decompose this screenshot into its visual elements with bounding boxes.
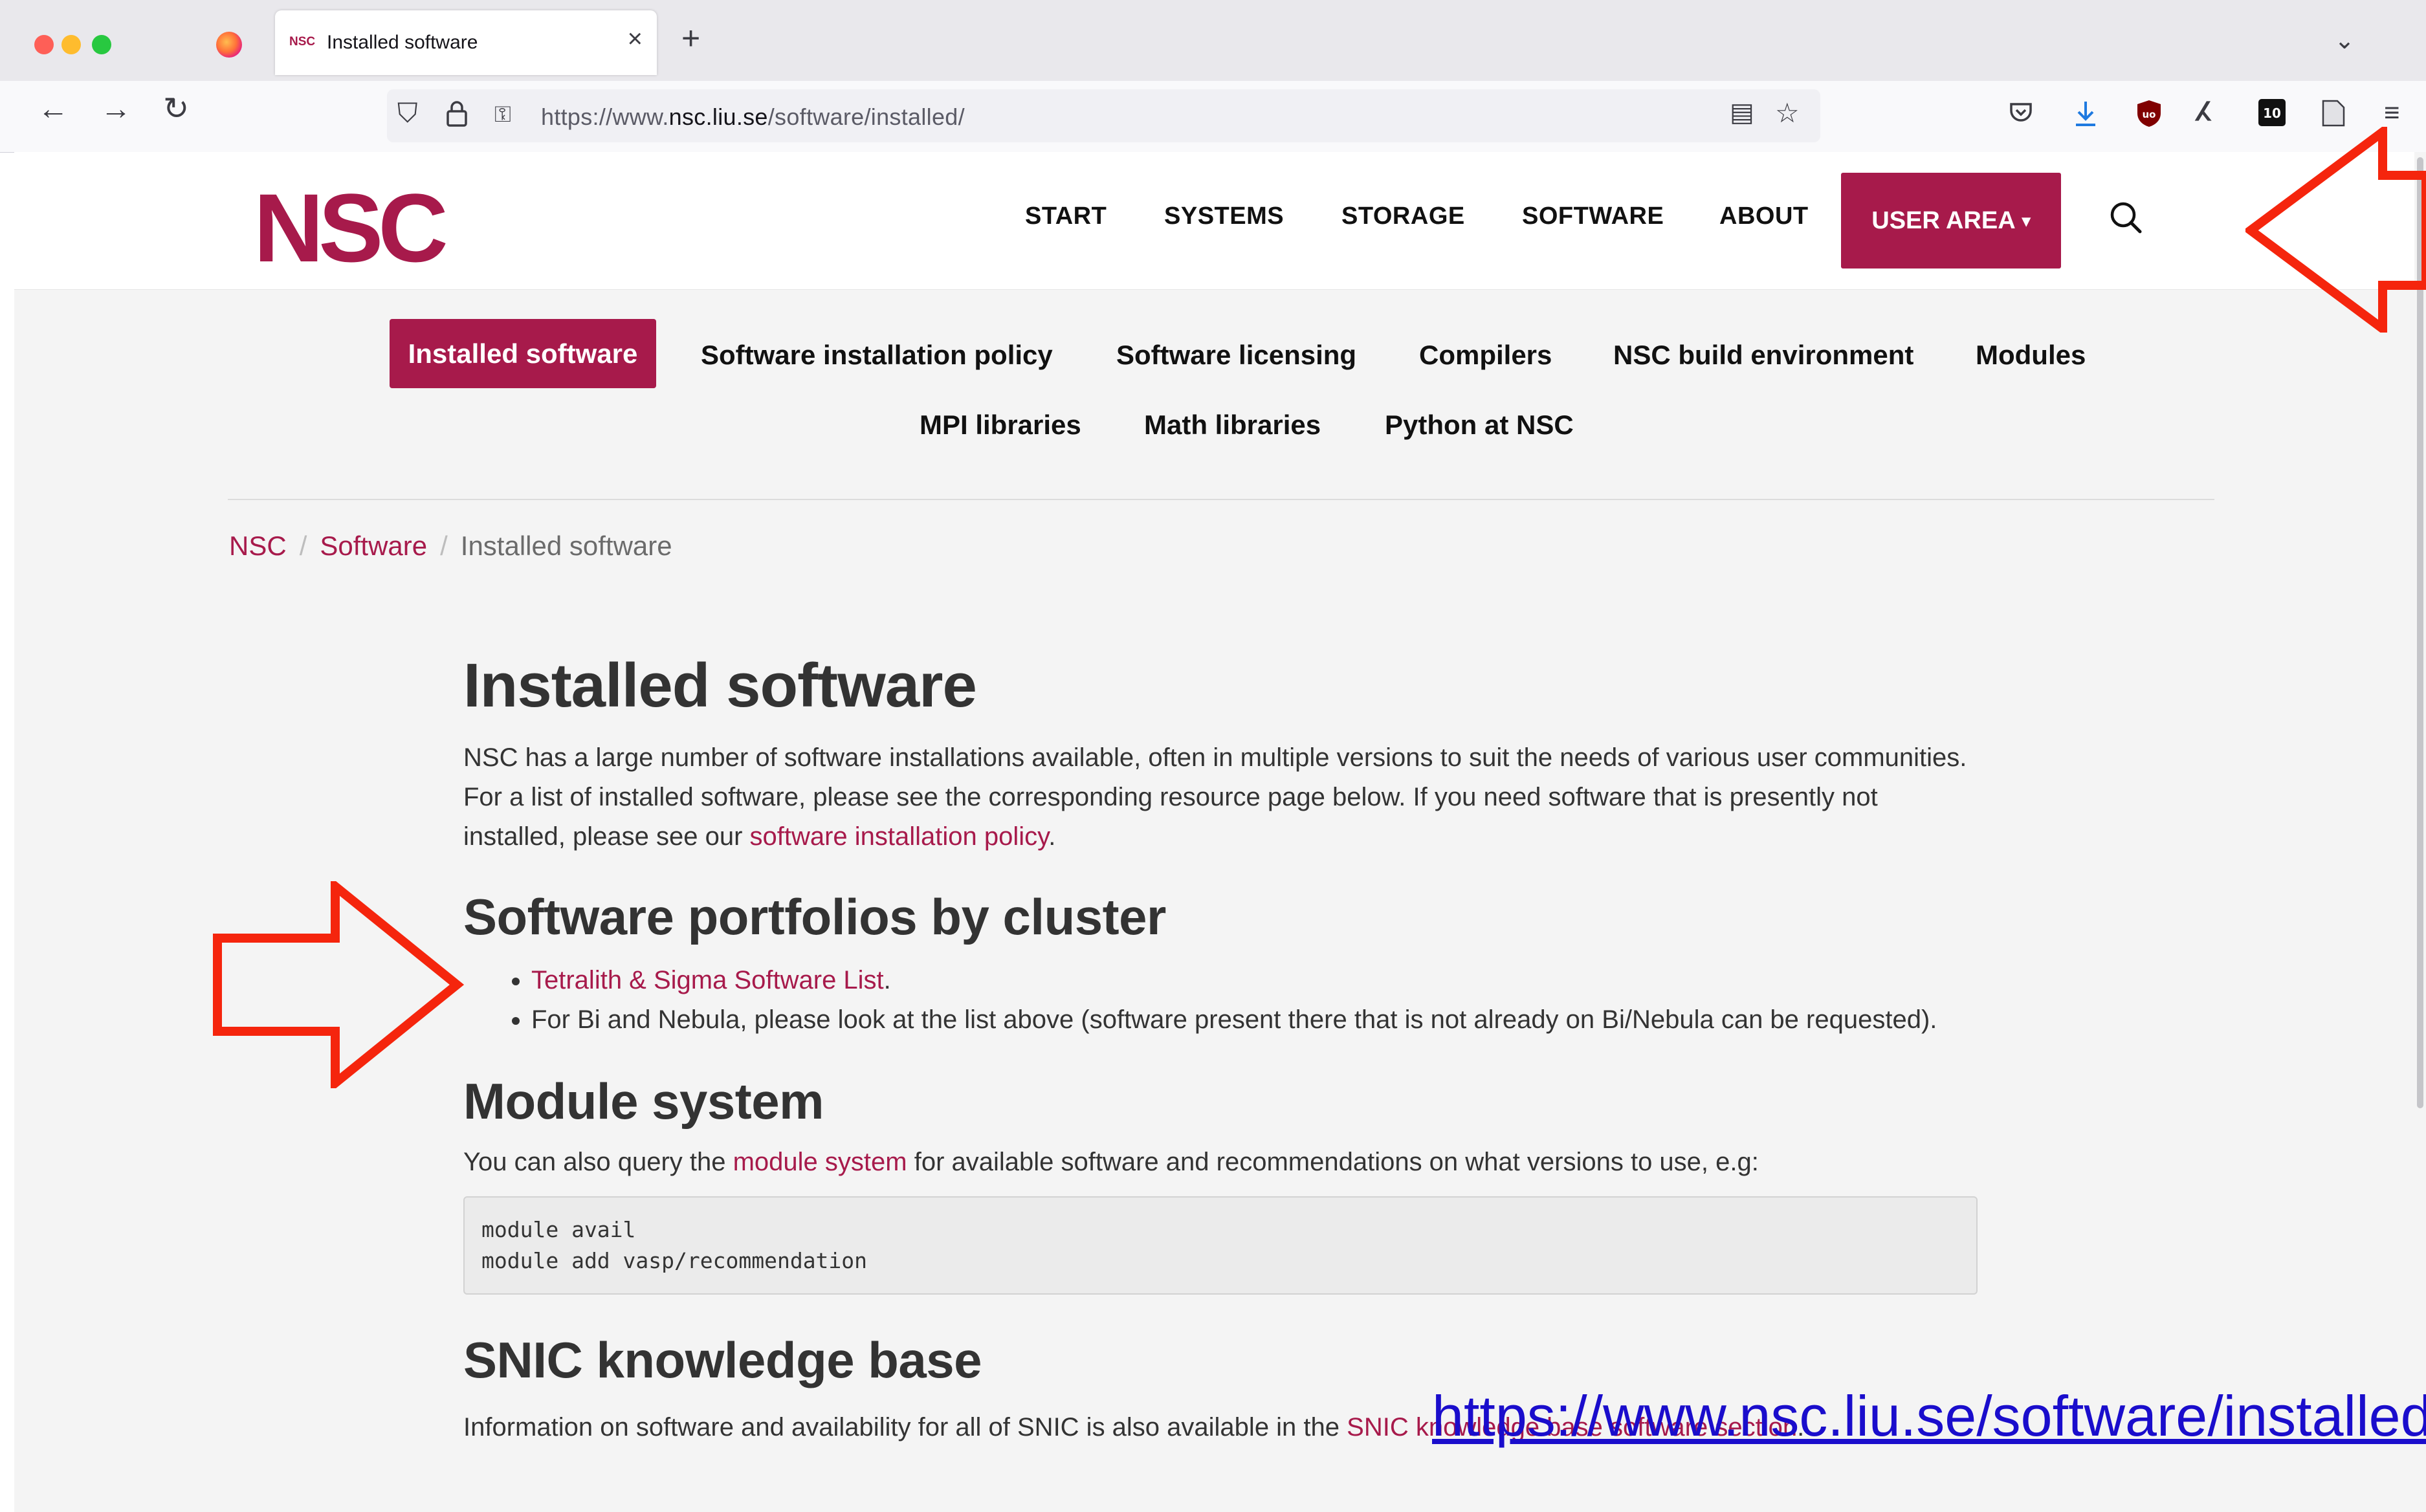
portfolios-heading: Software portfolios by cluster: [463, 888, 1166, 945]
user-area-label: USER AREA: [1871, 206, 2016, 234]
window-zoom-button[interactable]: [92, 35, 111, 54]
svg-text:10: 10: [2263, 105, 2281, 121]
search-icon[interactable]: [2109, 201, 2143, 234]
breadcrumb-current: Installed software: [460, 531, 672, 561]
window-minimize-button[interactable]: [61, 35, 81, 54]
firefox-view-icon[interactable]: [216, 32, 242, 58]
page-title: Installed software: [463, 651, 977, 720]
hamburger-menu-icon[interactable]: ≡: [2384, 99, 2400, 126]
url-text[interactable]: https://www.nsc.liu.se/software/installe…: [541, 104, 965, 131]
annotation-arrow-left-icon: [2245, 127, 2426, 333]
window-close-button[interactable]: [34, 35, 54, 54]
downloads-icon[interactable]: [2073, 99, 2099, 132]
page-scrollbar[interactable]: [2414, 152, 2426, 1512]
site-header: NSC START SYSTEMS STORAGE SOFTWARE ABOUT…: [14, 152, 2426, 290]
subnav-python-at-nsc[interactable]: Python at NSC: [1385, 410, 1574, 441]
tab-close-icon[interactable]: ×: [628, 26, 643, 52]
subnav-compilers[interactable]: Compilers: [1419, 340, 1552, 371]
list-item: For Bi and Nebula, please look at the li…: [531, 1000, 1978, 1040]
forward-arrow-icon[interactable]: →: [100, 94, 131, 125]
intro-paragraph: NSC has a large number of software insta…: [463, 743, 1967, 851]
nav-storage[interactable]: STORAGE: [1341, 203, 1465, 230]
reload-icon[interactable]: ↻: [163, 94, 189, 125]
nsc-logo[interactable]: NSC: [254, 179, 448, 276]
tab-list-chevron-icon[interactable]: ⌄: [2334, 26, 2355, 55]
module-paragraph: You can also query the module system for…: [463, 1148, 1759, 1176]
tab-favicon: NSC: [289, 35, 316, 49]
list-item: Tetralith & Sigma Software List.: [531, 961, 1978, 1000]
tab-title: Installed software: [327, 32, 478, 53]
subnav-nsc-build-environment[interactable]: NSC build environment: [1613, 340, 1913, 371]
nav-systems[interactable]: SYSTEMS: [1164, 203, 1284, 230]
main-content: Installed software NSC has a large numbe…: [463, 650, 1978, 1447]
subnav-software-installation-policy[interactable]: Software installation policy: [701, 340, 1053, 371]
lock-icon[interactable]: [445, 100, 469, 133]
breadcrumb-separator: /: [299, 531, 307, 561]
caret-down-icon: ▾: [2022, 210, 2031, 230]
browser-tab-bar: NSC Installed software × + ⌄: [0, 0, 2426, 82]
annotation-arrow-right-icon: [213, 881, 465, 1088]
url-bar[interactable]: ⛉ ⚿ https://www.nsc.liu.se/software/inst…: [387, 89, 1820, 142]
new-tab-button[interactable]: +: [681, 22, 700, 54]
subnav-software-licensing[interactable]: Software licensing: [1116, 340, 1356, 371]
bookmark-star-icon[interactable]: ☆: [1775, 100, 1800, 127]
back-arrow-icon[interactable]: ←: [38, 94, 69, 125]
tracking-shield-icon[interactable]: ⛉: [397, 100, 418, 127]
subnav-modules[interactable]: Modules: [1976, 340, 2086, 371]
breadcrumb-software[interactable]: Software: [320, 531, 427, 561]
nav-about[interactable]: ABOUT: [1719, 203, 1809, 230]
permissions-icon[interactable]: ⚿: [494, 104, 511, 126]
svg-text:uo: uo: [2143, 109, 2156, 120]
section-divider: [228, 499, 2214, 500]
snic-knowledge-base-heading: SNIC knowledge base: [463, 1331, 982, 1388]
module-system-heading: Module system: [463, 1073, 824, 1130]
browser-toolbar: ← → ↻ ⛉ ⚿ https://www.nsc.liu.se/softwar…: [0, 81, 2426, 153]
extension-10-icon[interactable]: 10: [2258, 99, 2286, 131]
portfolio-list: Tetralith & Sigma Software List. For Bi …: [463, 961, 1978, 1040]
breadcrumb-nsc[interactable]: NSC: [229, 531, 287, 561]
module-system-link[interactable]: module system: [733, 1148, 907, 1176]
subnav-installed-software[interactable]: Installed software: [390, 319, 656, 388]
subnav-math-libraries[interactable]: Math libraries: [1144, 410, 1321, 441]
ublock-origin-icon[interactable]: uo: [2135, 99, 2163, 132]
tetralith-sigma-software-list-link[interactable]: Tetralith & Sigma Software List: [531, 966, 884, 994]
breadcrumb: NSC / Software / Installed software: [229, 531, 672, 562]
nav-start[interactable]: START: [1025, 203, 1107, 230]
web-page: NSC START SYSTEMS STORAGE SOFTWARE ABOUT…: [14, 152, 2426, 1512]
user-area-dropdown-button[interactable]: USER AREA ▾: [1841, 173, 2061, 268]
pocket-icon[interactable]: [2008, 99, 2034, 129]
code-block[interactable]: module avail module add vasp/recommendat…: [463, 1196, 1978, 1295]
reader-view-icon[interactable]: ▤: [1730, 100, 1754, 126]
browser-tab-active[interactable]: NSC Installed software ×: [275, 10, 657, 75]
nav-software[interactable]: SOFTWARE: [1522, 203, 1664, 230]
subnav-mpi-libraries[interactable]: MPI libraries: [920, 410, 1081, 441]
subnav-active-label: Installed software: [408, 338, 638, 369]
extension-bars-icon[interactable]: ⵃ: [2195, 99, 2211, 125]
software-installation-policy-link[interactable]: software installation policy: [750, 822, 1049, 851]
overlay-url-text: https://www.nsc.liu.se/software/installe…: [1432, 1384, 2426, 1448]
breadcrumb-separator: /: [440, 531, 448, 561]
